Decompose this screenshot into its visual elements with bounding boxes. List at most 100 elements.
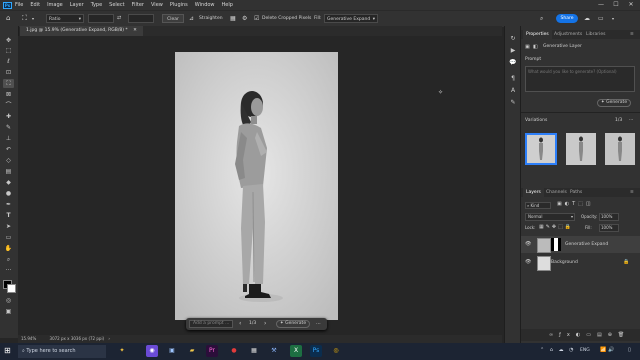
- clear-button[interactable]: Clear: [162, 14, 184, 23]
- more-tools-icon[interactable]: ···: [3, 266, 14, 275]
- task-view-icon[interactable]: ▣: [166, 345, 178, 357]
- workspace-icon[interactable]: ▭: [598, 14, 604, 23]
- opacity-field[interactable]: 100%: [599, 213, 619, 221]
- rectangle-tool-icon[interactable]: ▭: [3, 233, 14, 242]
- tab-libraries[interactable]: Libraries: [583, 30, 608, 39]
- workspace-chevron-icon[interactable]: ▾: [612, 14, 614, 23]
- tab-paths[interactable]: Paths: [567, 188, 585, 197]
- pen-tool-icon[interactable]: ✒: [3, 200, 14, 209]
- menu-select[interactable]: Select: [109, 2, 124, 8]
- straighten-icon[interactable]: ⊿: [189, 14, 194, 23]
- layer-row-generative-expand[interactable]: 👁 Generative Expand: [521, 236, 640, 253]
- menu-view[interactable]: View: [151, 2, 163, 8]
- share-button[interactable]: Share: [556, 14, 578, 23]
- fill-field[interactable]: 100%: [599, 224, 619, 232]
- delete-cropped-checkbox[interactable]: ☑: [254, 14, 259, 23]
- tab-layers[interactable]: Layers: [523, 188, 544, 197]
- paragraph-icon[interactable]: ¶: [508, 74, 518, 83]
- comments-icon[interactable]: 💬: [508, 58, 518, 67]
- lasso-tool-icon[interactable]: ℓ: [3, 57, 14, 66]
- menu-filter[interactable]: Filter: [132, 2, 144, 8]
- more-options-icon[interactable]: ···: [316, 320, 321, 328]
- tab-properties[interactable]: Properties: [523, 30, 552, 39]
- menu-file[interactable]: File: [15, 2, 23, 8]
- file-explorer-icon[interactable]: ▰: [186, 345, 198, 357]
- object-selection-icon[interactable]: ⊡: [3, 68, 14, 77]
- next-variation-icon[interactable]: ›: [264, 320, 266, 328]
- tool-preset-chevron-icon[interactable]: ▾: [32, 14, 34, 23]
- layer-name[interactable]: Background: [551, 254, 578, 271]
- layer-row-background[interactable]: 👁 Background 🔒: [521, 254, 640, 271]
- ratio-select[interactable]: Ratio ▾: [46, 14, 84, 23]
- system-tray-icons[interactable]: ⌃ ⌂ ☁ ◔: [540, 347, 576, 353]
- brush-tool-icon[interactable]: ✎: [3, 123, 14, 132]
- path-selection-icon[interactable]: ➤: [3, 222, 14, 231]
- close-window-button[interactable]: ✕: [624, 0, 638, 10]
- type-tool-icon[interactable]: T: [3, 211, 14, 220]
- copilot-sparkle-icon[interactable]: ✦: [116, 345, 128, 357]
- recorder-icon[interactable]: ●: [228, 345, 240, 357]
- chrome-icon[interactable]: ◎: [330, 345, 342, 357]
- tab-adjustments[interactable]: Adjustments: [551, 30, 585, 39]
- generate-button[interactable]: ✦ Generate: [276, 320, 310, 328]
- height-field[interactable]: [128, 14, 154, 23]
- variation-thumbnail-3[interactable]: [605, 133, 635, 165]
- prompt-input[interactable]: Add a prompt ...: [189, 320, 233, 328]
- layer-filter-select[interactable]: ⌕ Kind: [525, 202, 551, 209]
- document-tab[interactable]: 1.jpg @ 15.9% (Generative Expand, RGB/8)…: [20, 26, 143, 36]
- menu-help[interactable]: Help: [222, 2, 233, 8]
- zoom-level[interactable]: 15.94%: [21, 336, 36, 341]
- menu-type[interactable]: Type: [91, 2, 102, 8]
- eraser-icon[interactable]: ◇: [3, 156, 14, 165]
- swap-icon[interactable]: ⇄: [117, 14, 121, 23]
- premiere-icon[interactable]: Pr: [206, 345, 218, 357]
- app-icon-generic[interactable]: ▦: [248, 345, 260, 357]
- crop-tool-icon[interactable]: ⛶: [22, 14, 27, 23]
- fill-select[interactable]: Generative Expand ▾: [324, 14, 378, 23]
- hand-tool-icon[interactable]: ✋: [3, 244, 14, 253]
- variations-more-icon[interactable]: ···: [629, 118, 633, 123]
- layers-bottom-toolbar[interactable]: ∞ƒx◐▭▤⊕🗑: [521, 329, 640, 341]
- gear-icon[interactable]: ⚙: [242, 14, 247, 23]
- document-info[interactable]: 3072 px x 3036 px (72 ppi): [50, 336, 105, 341]
- overlay-grid-icon[interactable]: ▦: [230, 14, 236, 23]
- menu-window[interactable]: Window: [195, 2, 215, 8]
- straighten-label[interactable]: Straighten: [199, 14, 223, 23]
- quick-mask-icon[interactable]: ◎: [3, 296, 14, 305]
- screen-mode-icon[interactable]: ▣: [3, 307, 14, 316]
- layer-name[interactable]: Generative Expand: [565, 236, 608, 253]
- tab-channels[interactable]: Channels: [543, 188, 570, 197]
- properties-prompt-input[interactable]: What would you like to generate? (Option…: [525, 66, 635, 92]
- previous-variation-icon[interactable]: ‹: [239, 320, 241, 328]
- zoom-tool-icon[interactable]: ⌕: [3, 255, 14, 264]
- history-brush-icon[interactable]: ↶: [3, 145, 14, 154]
- language-indicator[interactable]: ENG: [580, 348, 590, 353]
- home-icon[interactable]: ⌂: [6, 14, 10, 23]
- maximize-button[interactable]: ☐: [609, 0, 623, 10]
- clone-stamp-icon[interactable]: ⊥: [3, 134, 14, 143]
- character-icon[interactable]: A: [508, 86, 518, 95]
- blend-mode-select[interactable]: Normal ▾: [525, 213, 575, 221]
- crop-tool-icon[interactable]: ⛶: [3, 79, 14, 88]
- cloud-icon[interactable]: ☁: [584, 14, 590, 23]
- variation-thumbnail-1[interactable]: [525, 133, 557, 165]
- background-color-swatch[interactable]: [7, 284, 16, 293]
- lock-icons[interactable]: ▦✎✥⬚🔒: [539, 224, 573, 230]
- blur-tool-icon[interactable]: ◆: [3, 178, 14, 187]
- taskbar-search-input[interactable]: ⌕ Type here to search: [18, 345, 106, 358]
- layer-filter-icons[interactable]: ▣◐T⬚◫: [557, 201, 594, 207]
- menu-image[interactable]: Image: [47, 2, 63, 8]
- chevron-right-icon[interactable]: ›: [108, 336, 110, 341]
- menu-layer[interactable]: Layer: [70, 2, 84, 8]
- frame-tool-icon[interactable]: ⊠: [3, 90, 14, 99]
- dodge-tool-icon[interactable]: ●: [3, 189, 14, 198]
- properties-generate-button[interactable]: ✦ Generate: [597, 99, 631, 107]
- history-icon[interactable]: ↻: [508, 34, 518, 43]
- photoshop-taskbar-icon[interactable]: Ps: [310, 345, 322, 357]
- width-field[interactable]: [88, 14, 114, 23]
- eyedropper-icon[interactable]: ⌒: [3, 101, 14, 110]
- close-tab-icon[interactable]: ✕: [133, 28, 137, 33]
- move-tool-icon[interactable]: ✥: [3, 36, 14, 45]
- network-volume-icons[interactable]: 📶🔊: [600, 347, 616, 353]
- layers-panel-menu-icon[interactable]: ≡: [627, 188, 637, 197]
